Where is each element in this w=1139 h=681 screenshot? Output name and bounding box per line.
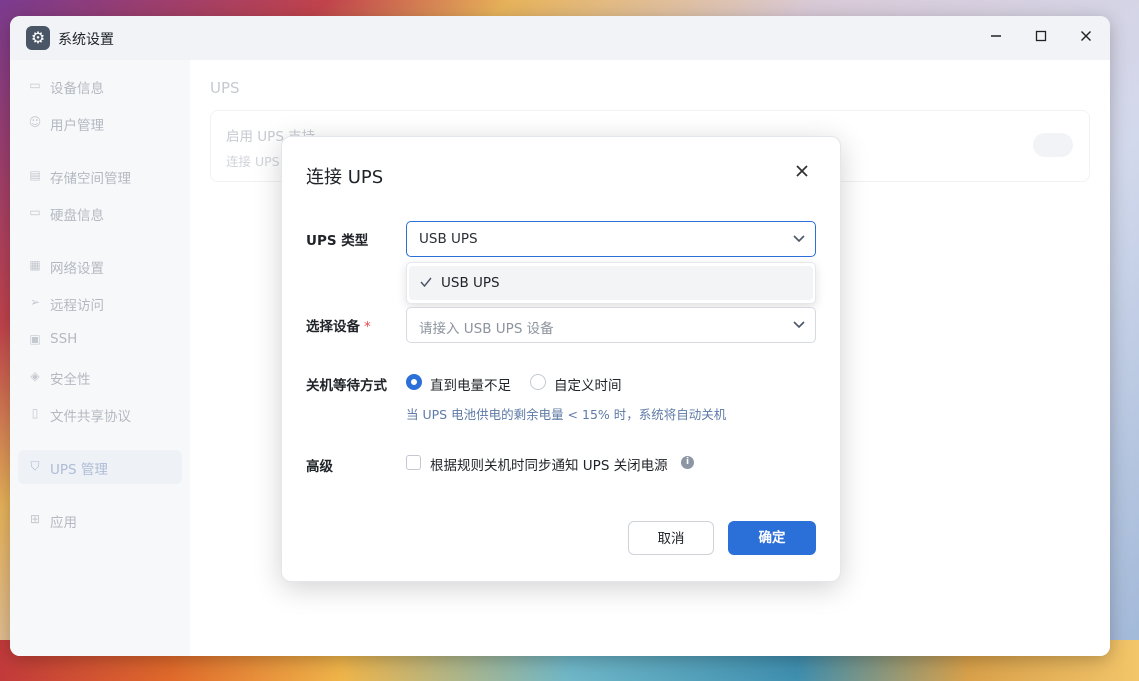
sidebar-item-disk[interactable]: ▭ 硬盘信息 [18, 196, 182, 230]
file-icon: ▯ [31, 406, 39, 420]
sidebar-item-label: 文件共享协议 [50, 409, 131, 425]
gear-icon: ⚙ [26, 26, 50, 50]
ups-type-dropdown: USB UPS [406, 262, 816, 304]
window-title: 系统设置 [58, 32, 114, 48]
sidebar-item-label: 安全性 [50, 372, 91, 388]
sidebar-item-apps[interactable]: ⊞ 应用 [18, 503, 182, 537]
monitor-icon: ▭ [29, 78, 41, 92]
sidebar-item-network[interactable]: ▦ 网络设置 [18, 249, 182, 283]
dropdown-option-usb-ups[interactable]: USB UPS [409, 266, 813, 300]
device-label: 选择设备 * [306, 315, 371, 335]
check-icon [420, 277, 432, 288]
sidebar: ▭ 设备信息 ☺ 用户管理 ▤ 存储空间管理 ▭ 硬盘信息 ▦ 网络设置 ➢ 远… [10, 60, 190, 656]
minimize-icon[interactable] [984, 26, 1008, 50]
dialog-close-icon[interactable] [790, 161, 814, 185]
sidebar-item-label: 硬盘信息 [50, 208, 104, 224]
cancel-button[interactable]: 取消 [628, 521, 714, 555]
close-icon[interactable] [1074, 26, 1098, 50]
sidebar-item-file-sharing[interactable]: ▯ 文件共享协议 [18, 397, 182, 431]
sidebar-item-label: SSH [50, 331, 78, 347]
network-icon: ▦ [29, 258, 41, 272]
dropdown-option-label: USB UPS [441, 275, 500, 291]
dialog-title: 连接 UPS [306, 167, 384, 188]
sidebar-item-label: UPS 管理 [50, 462, 108, 478]
apps-grid-icon: ⊞ [29, 512, 41, 526]
card-subtitle: 连接 UPS [226, 154, 280, 169]
sidebar-item-label: 设备信息 [50, 81, 104, 97]
sidebar-item-security[interactable]: ◈ 安全性 [18, 360, 182, 394]
radio-custom-time[interactable]: 自定义时间 [530, 373, 630, 394]
user-icon: ☺ [28, 115, 42, 129]
radio-label: 直到电量不足 [430, 378, 511, 394]
notify-ups-label: 根据规则关机时同步通知 UPS 关闭电源 [430, 458, 668, 474]
shield-check-icon: ◈ [30, 369, 40, 383]
storage-icon: ▤ [29, 168, 41, 182]
sidebar-item-users[interactable]: ☺ 用户管理 [18, 106, 182, 140]
sidebar-item-label: 网络设置 [50, 261, 104, 277]
ups-enable-toggle[interactable] [1033, 133, 1073, 157]
connect-ups-dialog: 连接 UPS UPS 类型 USB UPS USB UPS 选择设备 * 请接入 … [281, 136, 841, 582]
page-title: UPS [210, 79, 240, 97]
advanced-label: 高级 [306, 459, 333, 475]
shield-icon: ⛉ [30, 459, 40, 473]
radio-button-selected [406, 374, 422, 390]
ups-type-label: UPS 类型 [306, 233, 369, 249]
sidebar-item-storage[interactable]: ▤ 存储空间管理 [18, 159, 182, 193]
chevron-down-icon [793, 235, 805, 243]
sidebar-item-remote-access[interactable]: ➢ 远程访问 [18, 286, 182, 320]
disk-icon: ▭ [29, 205, 41, 219]
required-mark: * [364, 319, 371, 335]
radio-button [530, 374, 546, 390]
maximize-icon[interactable] [1029, 26, 1053, 50]
device-select[interactable]: 请接入 USB UPS 设备 [406, 307, 816, 343]
send-icon: ➢ [29, 295, 41, 309]
sidebar-item-label: 应用 [50, 515, 77, 531]
chevron-down-icon [793, 321, 805, 329]
notify-ups-checkbox[interactable] [406, 455, 421, 470]
sidebar-item-label: 用户管理 [50, 118, 104, 134]
device-label-text: 选择设备 [306, 319, 360, 335]
radio-label: 自定义时间 [554, 378, 622, 394]
sidebar-item-ups[interactable]: ⛉ UPS 管理 [18, 450, 182, 484]
radio-until-low-battery[interactable]: 直到电量不足 [406, 373, 516, 394]
title-bar: ⚙ 系统设置 [10, 16, 1110, 60]
info-icon[interactable]: i [681, 456, 694, 469]
device-placeholder: 请接入 USB UPS 设备 [419, 321, 554, 337]
ups-type-value: USB UPS [419, 231, 478, 247]
sidebar-item-device-info[interactable]: ▭ 设备信息 [18, 69, 182, 103]
sidebar-item-ssh[interactable]: ▣ SSH [18, 323, 182, 357]
ups-type-select[interactable]: USB UPS [406, 221, 816, 257]
shutdown-mode-label: 关机等待方式 [306, 378, 387, 394]
terminal-icon: ▣ [29, 332, 41, 346]
sidebar-item-label: 存储空间管理 [50, 171, 131, 187]
shutdown-hint: 当 UPS 电池供电的剩余电量 < 15% 时，系统将自动关机 [406, 407, 727, 422]
confirm-button[interactable]: 确定 [728, 521, 816, 555]
sidebar-item-label: 远程访问 [50, 298, 104, 314]
